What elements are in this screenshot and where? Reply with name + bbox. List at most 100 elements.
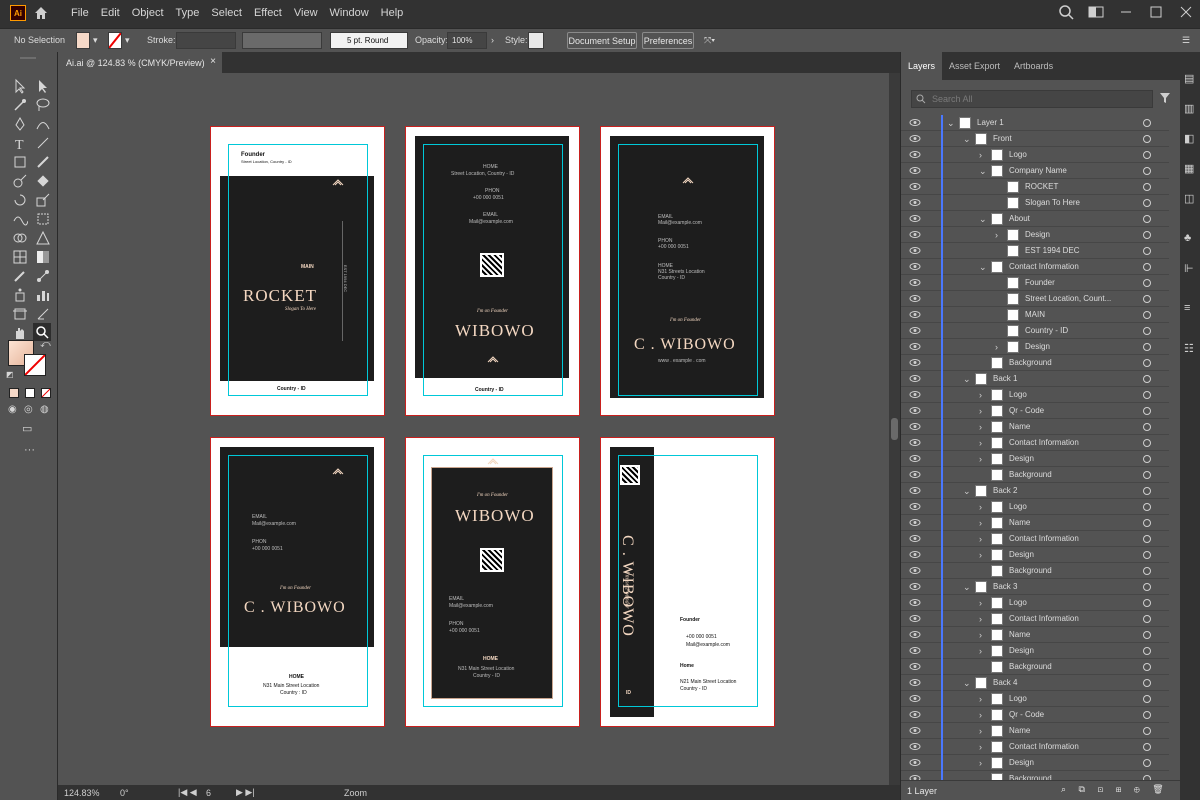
- expand-chevron-icon[interactable]: ›: [979, 614, 982, 624]
- arrange-documents-icon[interactable]: [1088, 4, 1104, 20]
- none-mode-icon[interactable]: [41, 388, 51, 398]
- target-circle-icon[interactable]: [1143, 759, 1151, 767]
- layer-row[interactable]: ⌄ Back 2: [901, 483, 1169, 499]
- target-circle-icon[interactable]: [1143, 359, 1151, 367]
- expand-chevron-icon[interactable]: ›: [979, 454, 982, 464]
- expand-chevron-icon[interactable]: ›: [979, 726, 982, 736]
- expand-chevron-icon[interactable]: ›: [979, 646, 982, 656]
- artboard-4[interactable]: EMAIL Mail@example.com PHON +00 000 0051…: [210, 437, 385, 727]
- layer-row[interactable]: Background: [901, 355, 1169, 371]
- layer-name[interactable]: Qr - Code: [1009, 710, 1044, 719]
- target-circle-icon[interactable]: [1143, 167, 1151, 175]
- type-tool-icon[interactable]: T: [12, 135, 28, 151]
- layer-row[interactable]: Slogan To Here: [901, 195, 1169, 211]
- visibility-eye-icon[interactable]: [909, 406, 921, 415]
- visibility-eye-icon[interactable]: [909, 150, 921, 159]
- target-circle-icon[interactable]: [1143, 679, 1151, 687]
- layer-row[interactable]: › Logo: [901, 595, 1169, 611]
- layer-row[interactable]: › Name: [901, 515, 1169, 531]
- direct-selection-tool-icon[interactable]: [35, 78, 51, 94]
- target-circle-icon[interactable]: [1143, 631, 1151, 639]
- layer-name[interactable]: Back 2: [993, 486, 1017, 495]
- visibility-eye-icon[interactable]: [909, 646, 921, 655]
- expand-chevron-icon[interactable]: ›: [979, 438, 982, 448]
- layer-name[interactable]: EST 1994 DEC: [1025, 246, 1080, 255]
- expand-chevron-icon[interactable]: ›: [995, 230, 998, 240]
- layer-name[interactable]: Country - ID: [1025, 326, 1068, 335]
- layer-row[interactable]: › Name: [901, 419, 1169, 435]
- layer-row[interactable]: › Logo: [901, 499, 1169, 515]
- expand-chevron-icon[interactable]: ⌄: [963, 582, 971, 593]
- layer-row[interactable]: › Qr - Code: [901, 403, 1169, 419]
- visibility-eye-icon[interactable]: [909, 470, 921, 479]
- target-circle-icon[interactable]: [1143, 375, 1151, 383]
- visibility-eye-icon[interactable]: [909, 246, 921, 255]
- visibility-eye-icon[interactable]: [909, 230, 921, 239]
- layer-name[interactable]: Founder: [1025, 278, 1055, 287]
- target-circle-icon[interactable]: [1143, 647, 1151, 655]
- swap-fill-stroke-icon[interactable]: ⤺: [40, 339, 51, 350]
- selection-tool-icon[interactable]: [12, 78, 28, 94]
- layer-name[interactable]: Logo: [1009, 502, 1027, 511]
- layer-name[interactable]: Background: [1009, 662, 1052, 671]
- target-circle-icon[interactable]: [1143, 711, 1151, 719]
- visibility-eye-icon[interactable]: [909, 550, 921, 559]
- layer-name[interactable]: Front: [993, 134, 1012, 143]
- artboard-3[interactable]: EMAIL Mail@example.com PHON +00 000 0051…: [600, 126, 775, 416]
- slice-tool-icon[interactable]: [35, 306, 51, 322]
- menu-file[interactable]: File: [71, 7, 89, 19]
- expand-chevron-icon[interactable]: ›: [979, 710, 982, 720]
- free-transform-tool-icon[interactable]: [35, 211, 51, 227]
- target-circle-icon[interactable]: [1143, 231, 1151, 239]
- rotate-view[interactable]: 0°: [120, 788, 129, 798]
- tab-layers[interactable]: Layers: [901, 52, 943, 80]
- artboard-2[interactable]: HOME Street Location, Country - ID PHON …: [405, 126, 580, 416]
- scroll-thumb[interactable]: [891, 418, 898, 440]
- lasso-tool-icon[interactable]: [35, 97, 51, 113]
- expand-chevron-icon[interactable]: ⌄: [979, 262, 987, 273]
- layer-name[interactable]: Design: [1025, 342, 1050, 351]
- target-circle-icon[interactable]: [1143, 135, 1151, 143]
- preferences-button[interactable]: Preferences: [642, 32, 694, 49]
- visibility-eye-icon[interactable]: [909, 310, 921, 319]
- visibility-eye-icon[interactable]: [909, 182, 921, 191]
- draw-mode-icon[interactable]: ◉: [8, 404, 17, 415]
- menu-effect[interactable]: Effect: [254, 7, 282, 19]
- visibility-eye-icon[interactable]: [909, 278, 921, 287]
- tab-asset-export[interactable]: Asset Export: [942, 61, 1007, 71]
- layer-row[interactable]: EST 1994 DEC: [901, 243, 1169, 259]
- visibility-eye-icon[interactable]: [909, 518, 921, 527]
- artboard-number[interactable]: 6: [206, 788, 211, 798]
- layer-row[interactable]: Founder: [901, 275, 1169, 291]
- layer-name[interactable]: Contact Information: [1009, 742, 1079, 751]
- target-circle-icon[interactable]: [1143, 199, 1151, 207]
- target-circle-icon[interactable]: [1143, 439, 1151, 447]
- layer-row[interactable]: › Name: [901, 627, 1169, 643]
- layer-row[interactable]: ⌄ Back 1: [901, 371, 1169, 387]
- expand-chevron-icon[interactable]: ›: [979, 694, 982, 704]
- layer-name[interactable]: Contact Information: [1009, 262, 1079, 271]
- transform-panel-icon[interactable]: ≡: [1184, 302, 1190, 314]
- brushes-panel-icon[interactable]: ◫: [1184, 192, 1194, 205]
- graphic-style-swatch[interactable]: [528, 32, 544, 49]
- layer-row[interactable]: ⌄ Back 4: [901, 675, 1169, 691]
- artboard-navigation-icon[interactable]: |◀ ◀: [178, 787, 197, 798]
- layer-row[interactable]: MAIN: [901, 307, 1169, 323]
- target-circle-icon[interactable]: [1143, 599, 1151, 607]
- layer-row[interactable]: ⌄ About: [901, 211, 1169, 227]
- draw-inside-icon[interactable]: ◍: [40, 404, 49, 415]
- scale-tool-icon[interactable]: [35, 192, 51, 208]
- visibility-eye-icon[interactable]: [909, 454, 921, 463]
- visibility-eye-icon[interactable]: [909, 342, 921, 351]
- target-circle-icon[interactable]: [1143, 119, 1151, 127]
- layer-name[interactable]: Back 1: [993, 374, 1017, 383]
- expand-chevron-icon[interactable]: ›: [979, 518, 982, 528]
- visibility-eye-icon[interactable]: [909, 582, 921, 591]
- layer-name[interactable]: Logo: [1009, 694, 1027, 703]
- layer-name[interactable]: Contact Information: [1009, 438, 1079, 447]
- expand-chevron-icon[interactable]: ⌄: [979, 214, 987, 225]
- layer-row[interactable]: ROCKET: [901, 179, 1169, 195]
- document-tab[interactable]: Ai.ai @ 124.83 % (CMYK/Preview) ×: [58, 52, 222, 73]
- visibility-eye-icon[interactable]: [909, 390, 921, 399]
- target-circle-icon[interactable]: [1143, 535, 1151, 543]
